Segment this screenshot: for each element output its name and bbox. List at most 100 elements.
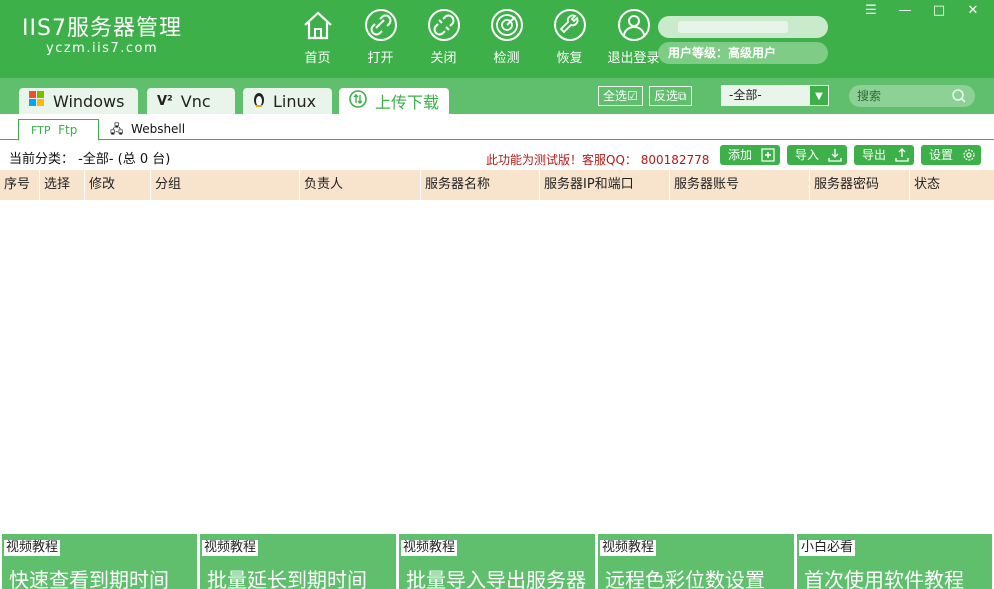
col-status[interactable]: 状态: [910, 170, 994, 200]
search-icon[interactable]: [951, 88, 967, 104]
info-bar: 当前分类： -全部- (总 0 台) 此功能为测试版！客服QQ： 8001827…: [0, 141, 994, 170]
tab-upload-download-label: 上传下载: [375, 93, 440, 112]
col-index[interactable]: 序号: [0, 170, 40, 200]
upload-icon: [895, 148, 909, 162]
unlink-icon: [427, 9, 460, 41]
banner-tag: 视频教程: [401, 540, 458, 556]
banner-tutorial-2[interactable]: 视频教程 批量延长到期时间: [200, 534, 396, 589]
subtab-webshell[interactable]: 🖧 Webshell: [110, 119, 185, 141]
col-owner[interactable]: 负责人: [300, 170, 421, 200]
nav-close-label: 关闭: [430, 51, 457, 66]
nav-restore-label: 恢复: [556, 51, 583, 66]
table-body: [0, 200, 994, 532]
settings-button[interactable]: 设置: [921, 145, 981, 165]
banner-tutorial-1[interactable]: 视频教程 快速查看到期时间: [2, 534, 197, 589]
nav-close[interactable]: 关闭: [412, 8, 475, 66]
banner-tag: 小白必看: [799, 540, 856, 556]
username-field: [658, 16, 828, 38]
add-icon: [761, 148, 775, 162]
tab-vnc-label: Vnc: [180, 91, 211, 111]
add-button[interactable]: 添加: [720, 145, 780, 165]
penguin-icon: [253, 91, 265, 111]
nav-logout[interactable]: 退出登录: [601, 8, 666, 66]
menu-button[interactable]: ☰: [854, 2, 888, 20]
col-server-name[interactable]: 服务器名称: [421, 170, 540, 200]
logo-title: IIS7服务器管理: [22, 16, 182, 41]
select-all-button[interactable]: 全选☑: [598, 86, 643, 106]
tab-upload-download[interactable]: 上传下载: [339, 88, 449, 114]
nav-open-label: 打开: [367, 51, 394, 66]
logo-subtitle: yczm.iis7.com: [46, 41, 159, 56]
col-group[interactable]: 分组: [151, 170, 300, 200]
banner-tutorial-3[interactable]: 视频教程 批量导入导出服务器: [399, 534, 595, 589]
logo: IIS7服务器管理 yczm.iis7.com: [22, 16, 182, 56]
header: IIS7服务器管理 yczm.iis7.com 首页 打开 关闭 检测 恢复 退…: [0, 0, 994, 78]
category-select-value: -全部-: [729, 88, 762, 102]
invert-icon: ⧉: [678, 89, 687, 103]
webshell-icon: 🖧: [110, 122, 124, 136]
import-button[interactable]: 导入: [787, 145, 847, 165]
invert-selection-button[interactable]: 反选⧉: [649, 86, 692, 106]
nav-check[interactable]: 检测: [475, 8, 538, 66]
table-header: 序号 选择 修改 分组 负责人 服务器名称 服务器IP和端口 服务器账号 服务器…: [0, 170, 994, 200]
download-icon: [828, 149, 842, 162]
tab-vnc[interactable]: V² Vnc: [147, 88, 235, 114]
tab-windows[interactable]: Windows: [19, 88, 138, 114]
search-input[interactable]: 搜索: [849, 85, 975, 107]
windows-icon: [29, 91, 45, 111]
invert-selection-label: 反选: [654, 89, 679, 103]
username-blurred: [678, 21, 788, 33]
col-server-ip-port[interactable]: 服务器IP和端口: [540, 170, 670, 200]
home-icon: [303, 11, 332, 40]
banner-text: 远程色彩位数设置: [605, 568, 765, 589]
col-select[interactable]: 选择: [40, 170, 85, 200]
sub-tabs: FTP Ftp 🖧 Webshell: [0, 114, 994, 141]
user-level-badge: 用户等级：高级用户: [658, 42, 828, 64]
search-placeholder: 搜索: [857, 89, 882, 103]
ftp-icon: FTP: [31, 124, 51, 137]
subtab-ftp[interactable]: FTP Ftp: [18, 119, 99, 141]
radar-icon: [490, 9, 523, 41]
subtab-webshell-label: Webshell: [131, 122, 186, 136]
app-window: IIS7服务器管理 yczm.iis7.com 首页 打开 关闭 检测 恢复 退…: [0, 0, 994, 589]
banner-tag: 视频教程: [202, 540, 259, 556]
minimize-button[interactable]: —: [888, 2, 922, 20]
col-server-account[interactable]: 服务器账号: [670, 170, 810, 200]
banner-text: 首次使用软件教程: [804, 568, 964, 589]
window-controls: ☰ — □ ✕: [854, 2, 990, 20]
wrench-icon: [553, 9, 586, 41]
user-icon: [617, 9, 650, 41]
col-server-password[interactable]: 服务器密码: [810, 170, 910, 200]
banner-tutorial-5[interactable]: 小白必看 首次使用软件教程: [797, 534, 992, 589]
export-button[interactable]: 导出: [854, 145, 914, 165]
maximize-button[interactable]: □: [922, 2, 956, 20]
settings-label: 设置: [929, 148, 954, 162]
link-icon: [364, 9, 397, 41]
nav-restore[interactable]: 恢复: [538, 8, 601, 66]
select-all-label: 全选: [603, 89, 628, 103]
nav-home[interactable]: 首页: [286, 8, 349, 66]
dropdown-arrow-icon[interactable]: ▼: [809, 85, 829, 106]
transfer-icon: [349, 90, 367, 112]
export-label: 导出: [862, 148, 887, 162]
category-select[interactable]: -全部- ▼: [721, 85, 829, 106]
nav-home-label: 首页: [304, 51, 331, 66]
subtab-ftp-label: Ftp: [58, 123, 78, 137]
banner-text: 批量延长到期时间: [207, 568, 367, 589]
beta-notice: 此功能为测试版！客服QQ： 800182778: [486, 153, 710, 167]
tab-linux[interactable]: Linux: [243, 88, 332, 114]
col-edit[interactable]: 修改: [85, 170, 151, 200]
current-category: 当前分类： -全部- (总 0 台): [9, 152, 171, 167]
gear-icon: [963, 149, 975, 161]
banner-tutorial-4[interactable]: 视频教程 远程色彩位数设置: [598, 534, 794, 589]
tab-linux-label: Linux: [273, 91, 317, 111]
add-label: 添加: [728, 148, 753, 162]
banner-text: 快速查看到期时间: [9, 568, 169, 589]
tab-windows-label: Windows: [53, 91, 125, 111]
vnc-icon: V²: [157, 93, 173, 109]
nav-logout-label: 退出登录: [607, 51, 660, 66]
tutorial-banners: 视频教程 快速查看到期时间 视频教程 批量延长到期时间 视频教程 批量导入导出服…: [2, 534, 992, 589]
close-window-button[interactable]: ✕: [956, 2, 990, 20]
nav-open[interactable]: 打开: [349, 8, 412, 66]
tab-strip: Windows V² Vnc Linux 上传下载: [0, 78, 994, 114]
